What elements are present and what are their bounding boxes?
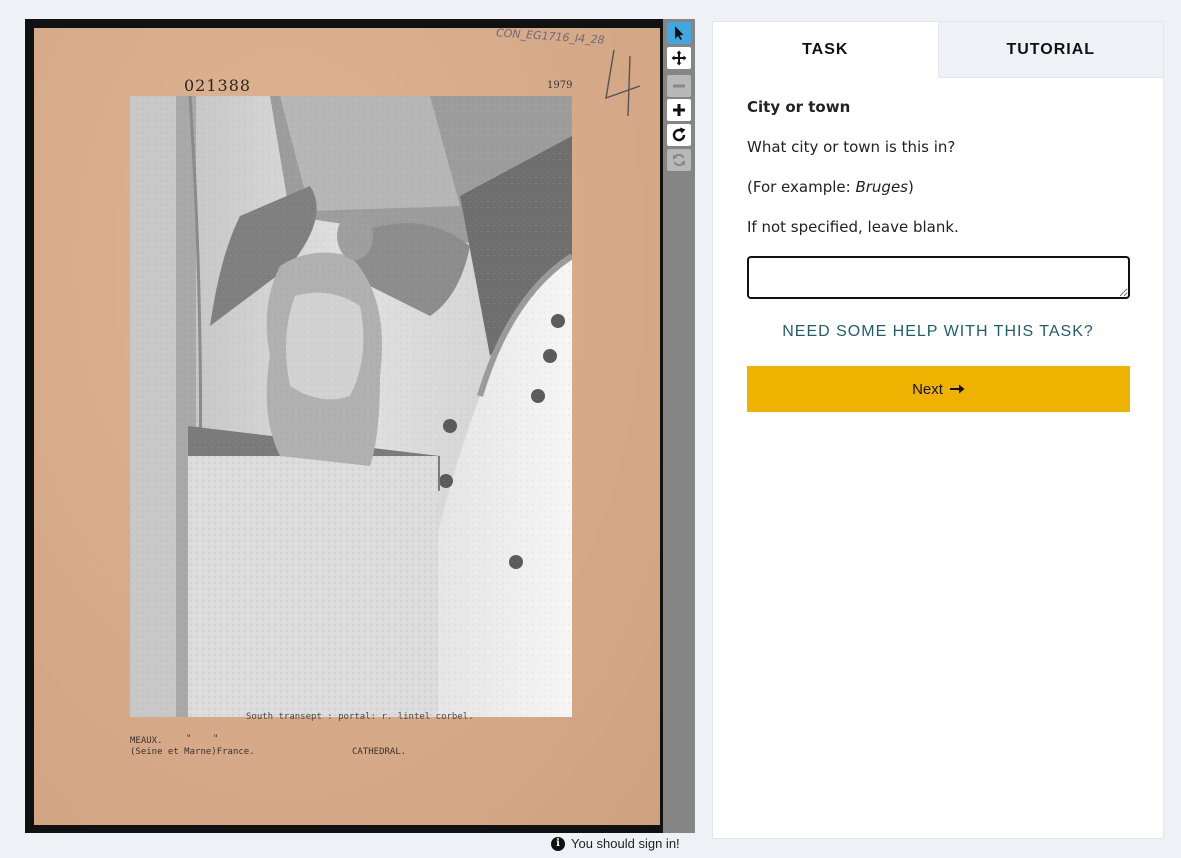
answer-input[interactable] bbox=[747, 256, 1130, 299]
sign-in-text: You should sign in! bbox=[571, 836, 680, 851]
task-example: (For example: Bruges) bbox=[747, 178, 1129, 196]
photo-caption: South transept : portal: r. lintel corbe… bbox=[246, 712, 474, 722]
reset-view-button[interactable] bbox=[667, 149, 691, 171]
archive-card: CON_EG1716_I4_28 021388 1979 South trans… bbox=[34, 26, 660, 825]
pencil-code: CON_EG1716_I4_28 bbox=[495, 26, 606, 47]
rotate-icon bbox=[672, 127, 686, 142]
arrow-right-icon bbox=[949, 384, 965, 394]
info-icon: i bbox=[551, 836, 565, 851]
task-question: What city or town is this in? bbox=[747, 138, 956, 156]
zoom-in-button[interactable] bbox=[667, 99, 691, 121]
example-suffix: ) bbox=[907, 178, 914, 196]
stamp-number: 021388 bbox=[184, 76, 252, 95]
refresh-icon bbox=[673, 153, 685, 167]
sign-in-notice: i You should sign in! bbox=[551, 836, 680, 851]
pencil-number bbox=[605, 49, 641, 117]
location-city: MEAUX. bbox=[130, 736, 163, 746]
zoom-out-button[interactable] bbox=[667, 75, 691, 97]
plus-icon bbox=[673, 104, 685, 116]
move-icon bbox=[671, 50, 687, 66]
sculpture-photo bbox=[130, 96, 572, 717]
tab-task[interactable]: TASK bbox=[713, 22, 938, 78]
move-tool-button[interactable] bbox=[667, 47, 691, 69]
task-content: City or town What city or town is this i… bbox=[713, 78, 1163, 412]
building-type: CATHEDRAL. bbox=[352, 747, 407, 757]
example-prefix: (For example: bbox=[747, 178, 856, 196]
next-button[interactable]: Next bbox=[747, 366, 1130, 412]
image-frame[interactable]: CON_EG1716_I4_28 021388 1979 South trans… bbox=[25, 19, 663, 833]
subject-viewer[interactable]: CON_EG1716_I4_28 021388 1979 South trans… bbox=[25, 19, 695, 833]
tab-tutorial[interactable]: TUTORIAL bbox=[937, 22, 1163, 78]
panel-tabs: TASK TUTORIAL bbox=[713, 22, 1163, 78]
location-ditto-marks: " " bbox=[186, 734, 227, 744]
next-label: Next bbox=[912, 380, 943, 398]
task-instruction: If not specified, leave blank. bbox=[747, 218, 959, 236]
example-value: Bruges bbox=[855, 178, 908, 196]
task-panel: TASK TUTORIAL City or town What city or … bbox=[712, 21, 1164, 839]
minus-icon bbox=[673, 84, 685, 88]
location-region: (Seine et Marne)France. bbox=[130, 747, 255, 757]
rotate-button[interactable] bbox=[667, 124, 691, 146]
pointer-tool-button[interactable] bbox=[667, 22, 691, 44]
viewer-toolbar bbox=[663, 19, 695, 833]
task-title: City or town bbox=[747, 98, 851, 116]
pointer-icon bbox=[675, 26, 684, 40]
help-link[interactable]: NEED SOME HELP WITH THIS TASK? bbox=[747, 323, 1129, 341]
stamp-year: 1979 bbox=[547, 80, 573, 91]
